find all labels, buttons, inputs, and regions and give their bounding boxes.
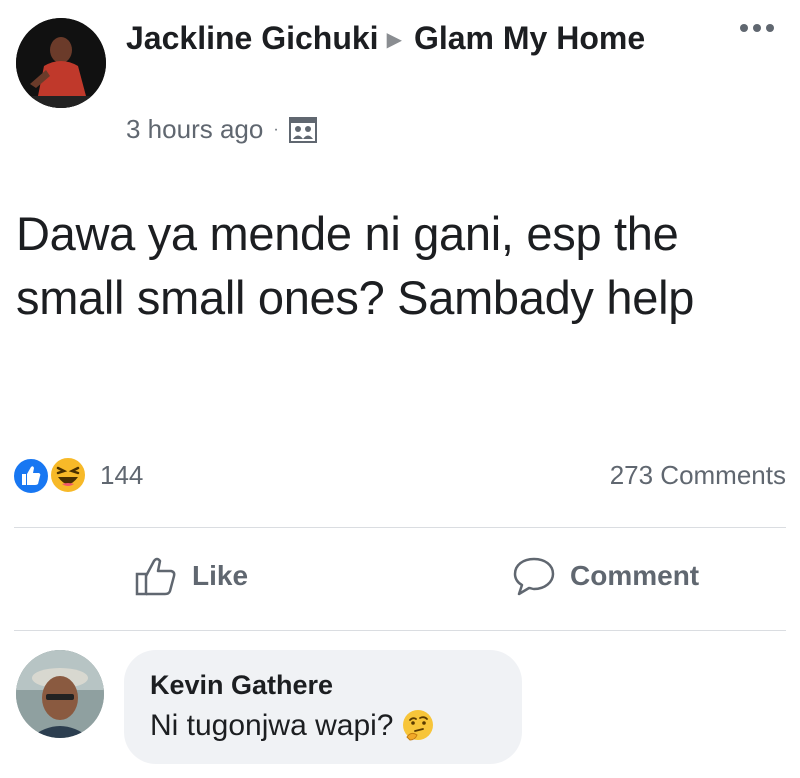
facebook-post: Jackline Gichuki ▶ Glam My Home 3 hours ag… [0, 0, 800, 778]
like-icon [135, 557, 176, 596]
like-button[interactable]: Like [134, 555, 248, 597]
divider [14, 527, 786, 528]
post-author-line: Jackline Gichuki ▶ Glam My Home [126, 16, 686, 62]
shared-to-arrow-icon: ▶ [386, 29, 402, 51]
post-timestamp[interactable]: 3 hours ago [126, 114, 263, 145]
divider [14, 630, 786, 631]
comment-author[interactable]: Kevin Gathere [150, 666, 496, 704]
group-icon [288, 116, 317, 143]
meta-separator: · [273, 120, 279, 138]
reaction-icons [12, 455, 94, 495]
comments-count[interactable]: 273 Comments [610, 460, 786, 491]
comment-text-line: Ni tugonjwa wapi? [150, 704, 496, 748]
reactions-summary[interactable]: 144 [12, 455, 143, 495]
commenter-avatar-image [16, 650, 104, 738]
comment-button[interactable]: Comment [512, 555, 699, 597]
comment-text: Ni tugonjwa wapi? [150, 709, 394, 742]
comment-label: Comment [570, 560, 700, 591]
group-name[interactable]: Glam My Home [414, 20, 645, 56]
author-avatar[interactable] [16, 18, 106, 108]
post-meta: 3 hours ago · [126, 114, 317, 145]
comment-icon [513, 557, 555, 596]
thinking-face-icon [403, 710, 434, 741]
author-avatar-image [16, 18, 106, 108]
more-options-icon[interactable] [740, 24, 774, 32]
comment-bubble: Kevin Gathere Ni tugonjwa wapi? [124, 650, 522, 764]
reaction-count: 144 [100, 459, 144, 490]
commenter-avatar[interactable] [16, 650, 104, 738]
haha-reaction-icon [49, 456, 87, 494]
like-reaction-icon [12, 457, 50, 495]
author-name[interactable]: Jackline Gichuki [126, 20, 379, 56]
post-text: Dawa ya mende ni gani, esp the small sma… [16, 207, 695, 324]
like-label: Like [192, 560, 249, 591]
